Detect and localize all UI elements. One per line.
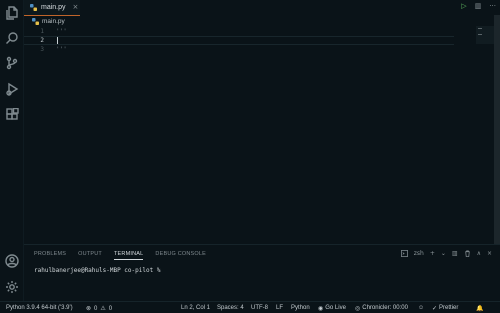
broadcast-icon: ◉ (318, 306, 324, 312)
feedback-icon[interactable]: ☺ (418, 305, 424, 311)
warning-icon: ⚠ (100, 306, 106, 312)
editor-actions: ▷ ▥ ··· (461, 3, 496, 10)
editor-line: 1 ''' (24, 27, 454, 36)
text-cursor (57, 37, 58, 44)
tab-close-icon[interactable]: × (73, 4, 79, 11)
source-control-icon[interactable] (4, 55, 20, 71)
settings-gear-icon[interactable] (4, 279, 20, 295)
bottom-panel: PROBLEMS OUTPUT TERMINAL DEBUG CONSOLE z… (24, 244, 500, 301)
terminal-icon (400, 250, 408, 257)
trash-icon[interactable] (464, 250, 471, 257)
language-mode[interactable]: Python (291, 305, 310, 311)
check-icon: ✓ (432, 306, 438, 312)
account-icon[interactable] (4, 253, 20, 269)
extensions-icon[interactable] (4, 107, 20, 123)
line-number: 2 (40, 37, 44, 44)
python-interpreter[interactable]: Python 3.9.4 64-bit ('3.9') (6, 305, 73, 311)
warning-count: 0 (108, 305, 113, 312)
line-number: 3 (40, 46, 44, 53)
editor-tab-bar: main.py × ▷ ▥ ··· (24, 0, 500, 16)
breadcrumb: main.py (32, 17, 65, 26)
end-of-line[interactable]: LF (276, 305, 283, 311)
tab-terminal[interactable]: TERMINAL (113, 251, 144, 260)
python-file-icon (30, 4, 37, 11)
search-icon[interactable] (4, 30, 20, 46)
breadcrumb-file[interactable]: main.py (42, 18, 65, 25)
chevron-down-icon[interactable]: ⌄ (441, 250, 446, 257)
panel-tabs: PROBLEMS OUTPUT TERMINAL DEBUG CONSOLE (34, 251, 206, 260)
python-file-icon (32, 18, 39, 25)
record-icon: ◎ (355, 306, 361, 312)
more-actions-icon[interactable]: ··· (489, 3, 496, 10)
tab-problems[interactable]: PROBLEMS (34, 251, 66, 260)
code-editor[interactable]: 1 ''' 2 3 ''' (24, 26, 500, 244)
panel-actions: zsh + ⌄ ▥ ∧ × (400, 250, 492, 257)
editor-line: 3 ''' (24, 45, 454, 54)
maximize-panel-icon[interactable]: ∧ (477, 250, 481, 257)
run-debug-icon[interactable] (4, 81, 20, 97)
error-count: 0 (94, 305, 98, 312)
activity-bar (0, 0, 24, 301)
go-live-label: Go Live (325, 305, 346, 311)
notifications-bell-icon[interactable]: 🔔 (476, 305, 483, 312)
terminal-prompt[interactable]: rahulbanerjee@Rahuls-MBP co-pilot % (34, 267, 164, 274)
problems-indicator[interactable]: ⊗ 0 ⚠ 0 (86, 305, 113, 313)
explorer-icon[interactable] (4, 5, 20, 21)
chronicler-status[interactable]: ◎ Chronicler: 00:00 (355, 305, 408, 312)
split-terminal-icon[interactable]: ▥ (452, 250, 458, 257)
run-python-icon[interactable]: ▷ (461, 3, 466, 10)
new-terminal-icon[interactable]: + (430, 250, 435, 257)
tab-main-py[interactable]: main.py × (24, 0, 80, 16)
encoding[interactable]: UTF-8 (251, 305, 268, 311)
line-number: 1 (40, 28, 44, 35)
shell-name[interactable]: zsh (414, 250, 424, 257)
tab-debug-console[interactable]: DEBUG CONSOLE (155, 251, 206, 260)
line-code: ''' (56, 46, 67, 53)
indentation[interactable]: Spaces: 4 (217, 305, 244, 311)
prettier-label: Prettier (439, 305, 459, 311)
tab-output[interactable]: OUTPUT (78, 251, 102, 260)
status-bar: Python 3.9.4 64-bit ('3.9') ⊗ 0 ⚠ 0 Ln 2… (0, 301, 500, 313)
split-editor-icon[interactable]: ▥ (475, 3, 482, 10)
go-live-button[interactable]: ◉ Go Live (318, 305, 346, 312)
chronicler-label: Chronicler: 00:00 (362, 305, 408, 311)
tab-label: main.py (41, 4, 66, 11)
line-code: ''' (56, 28, 67, 35)
prettier-status[interactable]: ✓ Prettier (432, 305, 458, 312)
editor-scrollbar[interactable] (494, 15, 500, 247)
editor-line-current: 2 (24, 36, 454, 45)
cursor-position[interactable]: Ln 2, Col 1 (181, 305, 210, 311)
error-icon: ⊗ (86, 306, 92, 312)
close-panel-icon[interactable]: × (487, 250, 492, 257)
